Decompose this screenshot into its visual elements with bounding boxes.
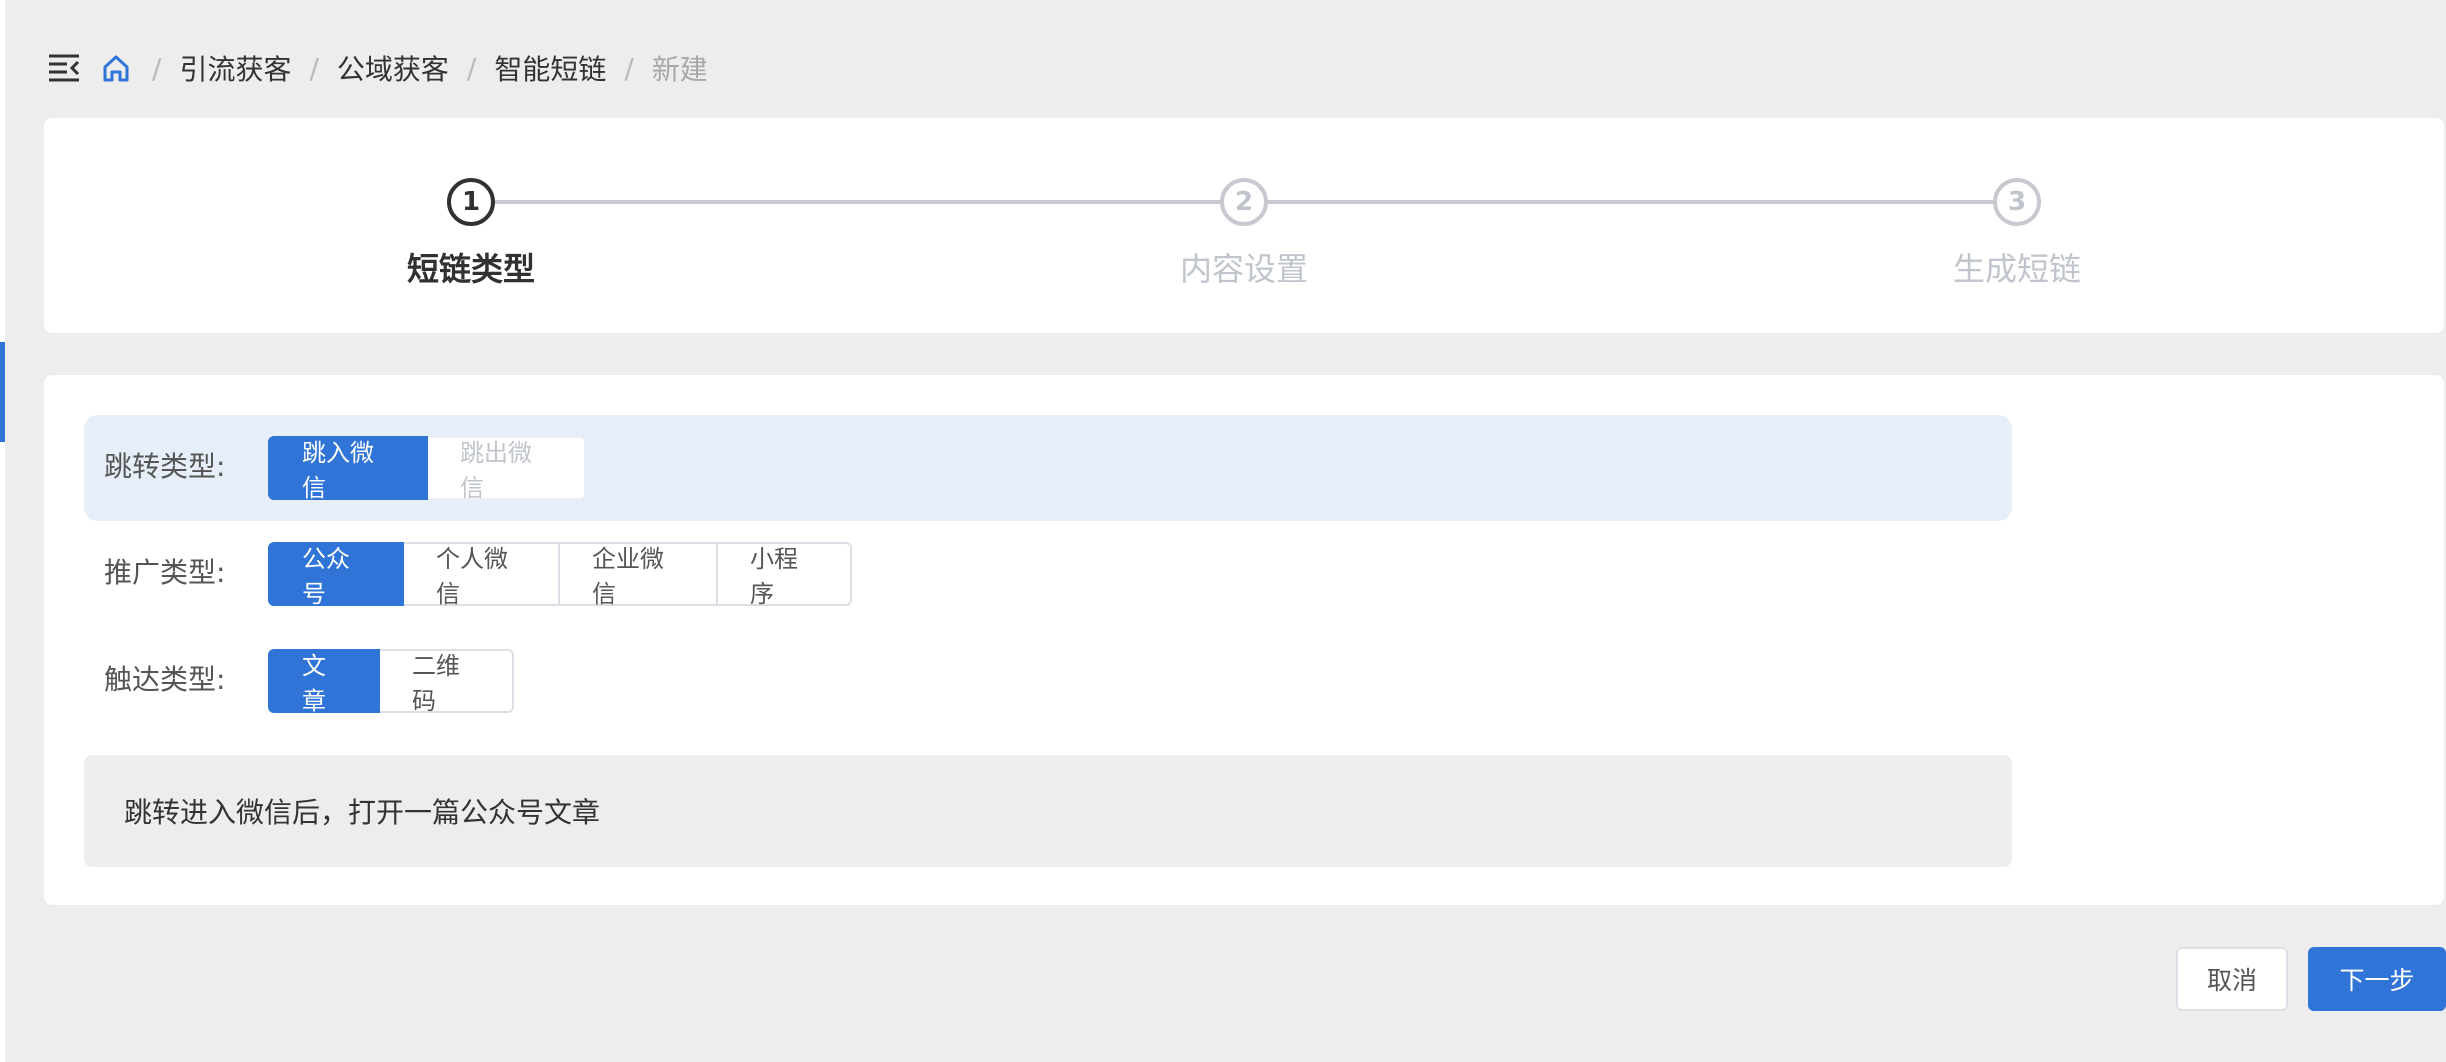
step-3-circle: 3	[1993, 178, 2041, 226]
qrcode-option[interactable]: 二维码	[380, 649, 514, 715]
promo-type-group: 公众号 个人微信 企业微信 小程序	[268, 542, 852, 608]
reach-type-group: 文章 二维码	[268, 649, 514, 715]
breadcrumb-item-lead-gen[interactable]: 引流获客	[179, 48, 291, 88]
breadcrumb: / 引流获客 / 公域获客 / 智能短链 / 新建	[44, 40, 708, 96]
article-option[interactable]: 文章	[268, 649, 380, 715]
home-icon[interactable]	[98, 50, 134, 86]
personal-wechat-option[interactable]: 个人微信	[404, 542, 560, 608]
cancel-button[interactable]: 取消	[2176, 947, 2288, 1011]
reach-type-label: 触达类型:	[104, 663, 226, 696]
step-2-title: 内容设置	[1179, 250, 1308, 288]
breadcrumb-separator: /	[624, 51, 634, 85]
promo-type-row: 推广类型: 公众号 个人微信 企业微信 小程序	[84, 521, 2012, 627]
breadcrumb-separator: /	[466, 51, 477, 85]
step-1-title: 短链类型	[406, 250, 535, 288]
step-3-title: 生成短链	[1952, 250, 2081, 288]
sidebar-active-indicator	[0, 342, 5, 442]
jump-type-group: 跳入微信 跳出微信	[268, 436, 586, 502]
step-connector	[494, 200, 1267, 204]
mini-program-option[interactable]: 小程序	[718, 542, 852, 608]
breadcrumb-item-smart-shortlink[interactable]: 智能短链	[494, 48, 606, 88]
breadcrumb-item-public-domain[interactable]: 公域获客	[337, 48, 449, 88]
form-card: 跳转类型: 跳入微信 跳出微信 推广类型: 公众号 个人微信 企业微信 小程序 …	[44, 375, 2444, 905]
breadcrumb-current: 新建	[651, 53, 708, 86]
jump-type-label: 跳转类型:	[104, 450, 226, 483]
steps-card: 1 短链类型 2 内容设置 3 生成短链	[44, 118, 2444, 333]
jump-into-wechat-option[interactable]: 跳入微信	[268, 436, 428, 502]
breadcrumb-separator: /	[309, 51, 319, 85]
sidebar-collapsed	[0, 0, 5, 1062]
promo-type-label: 推广类型:	[104, 556, 226, 589]
menu-fold-icon[interactable]	[44, 48, 84, 88]
official-account-option[interactable]: 公众号	[268, 542, 404, 608]
jump-type-row: 跳转类型: 跳入微信 跳出微信	[84, 415, 2012, 521]
reach-type-row: 触达类型: 文章 二维码	[84, 628, 2012, 734]
enterprise-wechat-option[interactable]: 企业微信	[560, 542, 718, 608]
next-step-button[interactable]: 下一步	[2308, 947, 2446, 1011]
type-description: 跳转进入微信后，打开一篇公众号文章	[84, 755, 2012, 867]
breadcrumb-separator: /	[152, 51, 162, 85]
step-1-circle: 1	[447, 178, 495, 226]
step-connector	[1267, 200, 2040, 204]
step-2-circle: 2	[1220, 178, 1268, 226]
jump-out-wechat-option[interactable]: 跳出微信	[428, 436, 586, 502]
